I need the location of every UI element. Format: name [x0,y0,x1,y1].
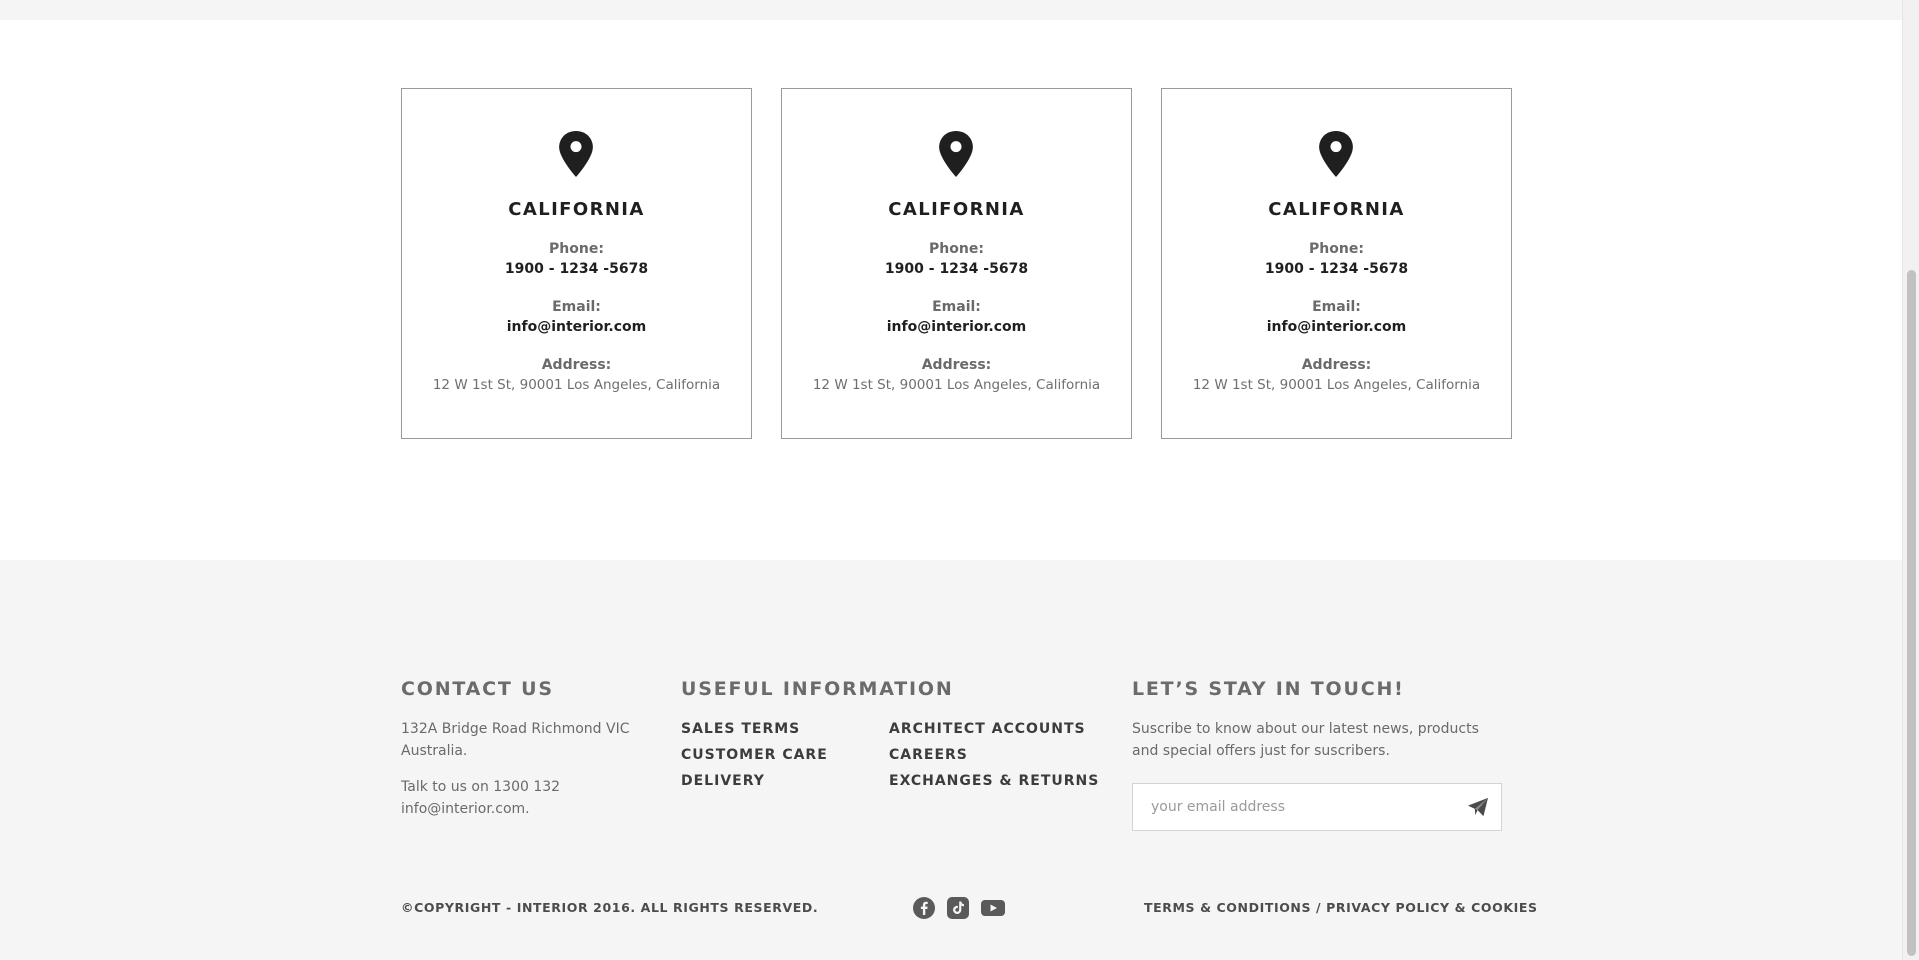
page: CALIFORNIA Phone: 1900 - 1234 -5678 Emai… [0,0,1902,960]
email-value[interactable]: info@interior.com [782,319,1131,335]
map-pin-icon [1319,131,1353,177]
phone-value[interactable]: 1900 - 1234 -5678 [402,261,751,277]
vertical-scrollbar[interactable] [1902,0,1919,960]
map-pin-icon [559,131,593,177]
tiktok-icon[interactable] [946,896,970,920]
address-label: Address: [921,357,992,373]
scrollbar-thumb[interactable] [1907,270,1916,956]
phone-value[interactable]: 1900 - 1234 -5678 [1162,261,1511,277]
footer-link-delivery[interactable]: DELIVERY [681,773,765,789]
phone-label: Phone: [549,241,604,257]
newsletter-text: Suscribe to know about our latest news, … [1132,721,1479,737]
footer-link-exchanges-returns[interactable]: EXCHANGES & RETURNS [889,773,1099,789]
contact-address-line: Australia. [401,743,468,759]
copyright-text: ©COPYRIGHT - INTERIOR 2016. ALL RIGHTS R… [401,900,819,915]
address-label: Address: [541,357,612,373]
address-value: 12 W 1st St, 90001 Los Angeles, Californ… [1192,377,1481,393]
location-city: CALIFORNIA [1268,199,1405,220]
email-value[interactable]: info@interior.com [402,319,751,335]
location-card: CALIFORNIA Phone: 1900 - 1234 -5678 Emai… [781,88,1132,439]
location-card: CALIFORNIA Phone: 1900 - 1234 -5678 Emai… [401,88,752,439]
phone-label: Phone: [1309,241,1364,257]
location-city: CALIFORNIA [888,199,1025,220]
locations-section: CALIFORNIA Phone: 1900 - 1234 -5678 Emai… [0,20,1902,560]
email-value[interactable]: info@interior.com [1162,319,1511,335]
contact-address-line: 132A Bridge Road Richmond VIC [401,721,630,737]
email-label: Email: [932,299,981,315]
useful-info-heading: USEFUL INFORMATION [681,678,954,700]
location-city: CALIFORNIA [508,199,645,220]
address-label: Address: [1301,357,1372,373]
top-strip [0,0,1902,20]
footer-link-customer-care[interactable]: CUSTOMER CARE [681,747,828,763]
phone-label: Phone: [929,241,984,257]
newsletter-text: and special offers just for suscribers. [1132,743,1390,759]
email-label: Email: [552,299,601,315]
newsletter-heading: LET’S STAY IN TOUCH! [1132,678,1405,700]
contact-phone-line: Talk to us on 1300 132 [401,779,561,795]
send-icon[interactable] [1467,797,1489,817]
email-label: Email: [1312,299,1361,315]
map-pin-icon [939,131,973,177]
footer-link-architect-accounts[interactable]: ARCHITECT ACCOUNTS [889,721,1086,737]
newsletter-form [1132,783,1502,831]
address-value: 12 W 1st St, 90001 Los Angeles, Californ… [432,377,721,393]
site-footer: CONTACT US 132A Bridge Road Richmond VIC… [0,560,1902,960]
address-value: 12 W 1st St, 90001 Los Angeles, Californ… [812,377,1101,393]
phone-value[interactable]: 1900 - 1234 -5678 [782,261,1131,277]
legal-links[interactable]: TERMS & CONDITIONS / PRIVACY POLICY & CO… [1144,900,1538,915]
location-card: CALIFORNIA Phone: 1900 - 1234 -5678 Emai… [1161,88,1512,439]
facebook-icon[interactable] [912,896,936,920]
footer-link-careers[interactable]: CAREERS [889,747,968,763]
youtube-icon[interactable] [980,896,1006,920]
footer-link-sales-terms[interactable]: SALES TERMS [681,721,800,737]
contact-heading: CONTACT US [401,678,554,700]
contact-email-line[interactable]: info@interior.com. [401,798,530,820]
newsletter-email-input[interactable] [1151,784,1451,830]
